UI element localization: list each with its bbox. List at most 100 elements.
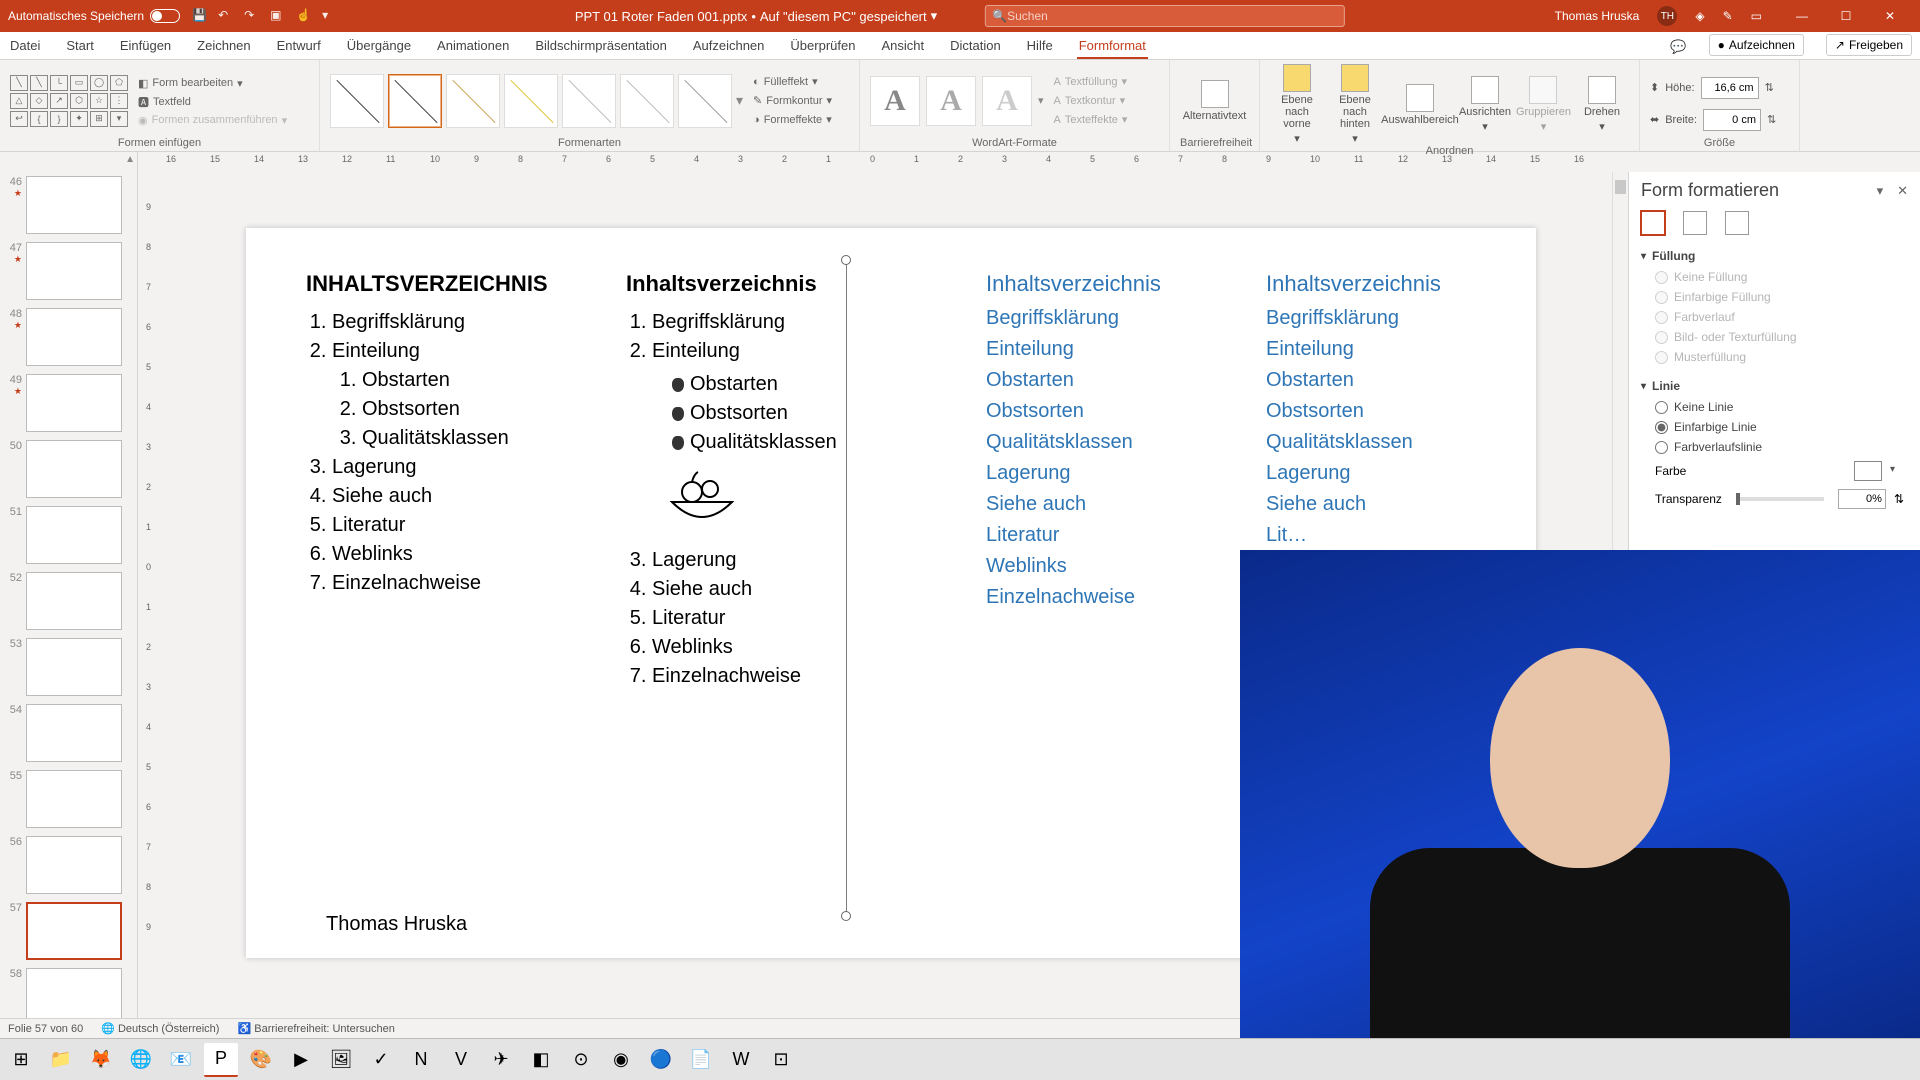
line-color-picker[interactable] [1854, 461, 1882, 481]
shape-handle-bottom[interactable] [841, 911, 851, 921]
transparency-input[interactable] [1838, 489, 1886, 509]
toc-column-3[interactable]: Inhaltsverzeichnis Begriffsklärung Einte… [986, 268, 1226, 691]
maximize-button[interactable]: ☐ [1824, 0, 1868, 32]
tab-animationen[interactable]: Animationen [435, 34, 511, 59]
language-indicator[interactable]: 🌐 Deutsch (Österreich) [101, 1022, 219, 1035]
effects-tab-icon[interactable] [1683, 211, 1707, 235]
firefox-icon[interactable]: 🦊 [84, 1043, 118, 1077]
tab-formformat[interactable]: Formformat [1077, 34, 1148, 59]
fill-section-header[interactable]: Füllung [1641, 245, 1908, 267]
tab-ueberpruefen[interactable]: Überprüfen [788, 34, 857, 59]
outlook-icon[interactable]: 📧 [164, 1043, 198, 1077]
slide-thumbnails[interactable]: 46★47★48★49★50515253545556575859 [0, 172, 138, 1018]
thumbnail-slide[interactable]: 47★ [4, 242, 133, 300]
panel-options-icon[interactable]: ▾ [1877, 183, 1884, 199]
record-button[interactable]: ● Aufzeichnen [1709, 34, 1804, 56]
minimize-button[interactable]: — [1780, 0, 1824, 32]
thumbnail-slide[interactable]: 55 [4, 770, 133, 828]
word-icon[interactable]: W [724, 1043, 758, 1077]
thumbnail-slide[interactable]: 52 [4, 572, 133, 630]
tab-ansicht[interactable]: Ansicht [879, 34, 926, 59]
vertical-ruler[interactable]: 9876543210123456789 [138, 172, 166, 1018]
height-field[interactable]: ⬍Höhe: ⇅ [1650, 77, 1776, 99]
align-button[interactable]: Ausrichten▾ [1458, 76, 1512, 133]
tab-start[interactable]: Start [64, 34, 95, 59]
tab-uebergaenge[interactable]: Übergänge [345, 34, 413, 59]
chrome-icon[interactable]: 🌐 [124, 1043, 158, 1077]
tab-hilfe[interactable]: Hilfe [1025, 34, 1055, 59]
user-avatar[interactable]: TH [1657, 6, 1677, 26]
fill-effect-button[interactable]: ◐ Fülleffekt ▾ [753, 75, 832, 88]
textfield-button[interactable]: 🅰 Textfeld [138, 94, 287, 110]
autosave-toggle[interactable]: Automatisches Speichern [8, 9, 180, 23]
share-button[interactable]: ↗ Freigeben [1826, 34, 1912, 56]
redo-icon[interactable]: ↷ [244, 8, 260, 24]
tab-dictation[interactable]: Dictation [948, 34, 1003, 59]
tab-zeichnen[interactable]: Zeichnen [195, 34, 252, 59]
line-gradient-radio[interactable]: Farbverlaufslinie [1641, 437, 1908, 457]
save-icon[interactable]: 💾 [192, 8, 208, 24]
panel-close-icon[interactable]: ✕ [1897, 183, 1908, 199]
fill-line-tab-icon[interactable] [1641, 211, 1665, 235]
thumbnail-slide[interactable]: 50 [4, 440, 133, 498]
spinner-icon[interactable]: ⇅ [1767, 113, 1776, 126]
shape-handle-top[interactable] [841, 255, 851, 265]
transparency-slider[interactable] [1736, 497, 1824, 501]
vlc-icon[interactable]: ▶ [284, 1043, 318, 1077]
toc-column-2[interactable]: Inhaltsverzeichnis Begriffsklärung Einte… [626, 268, 886, 691]
shapes-gallery[interactable]: ╲╲└▭◯⬠ △◇↗⬡☆⋮ ↩{}✦⊞▾ [10, 75, 128, 127]
app-icon[interactable]: 🎨 [244, 1043, 278, 1077]
touch-icon[interactable]: ☝ [296, 8, 312, 24]
search-input[interactable] [1007, 9, 1338, 23]
toc-column-1[interactable]: INHALTSVERZEICHNIS Begriffsklärung Einte… [306, 268, 586, 691]
gallery-more-icon[interactable]: ▾ [736, 92, 743, 109]
horizontal-ruler[interactable]: 1615141312111098765432101234567891011121… [166, 152, 1626, 172]
visio-icon[interactable]: V [444, 1043, 478, 1077]
chevron-down-icon[interactable]: ▾ [931, 8, 938, 24]
thumbnail-slide[interactable]: 46★ [4, 176, 133, 234]
edit-shape-button[interactable]: ◧ Form bearbeiten ▾ [138, 77, 287, 90]
alt-text-button[interactable]: Alternativtext [1181, 80, 1249, 122]
diamond-icon[interactable]: ◈ [1695, 9, 1704, 23]
shape-outline-button[interactable]: ✎ Formkontur ▾ [753, 94, 832, 107]
scroll-up-icon[interactable]: ▲ [123, 152, 137, 167]
photos-icon[interactable]: 🖼 [324, 1043, 358, 1077]
height-input[interactable] [1701, 77, 1759, 99]
app-icon[interactable]: 🔵 [644, 1043, 678, 1077]
spinner-icon[interactable]: ⇅ [1894, 492, 1904, 506]
rotate-button[interactable]: Drehen▾ [1575, 76, 1629, 133]
tab-bildschirm[interactable]: Bildschirmpräsentation [533, 34, 669, 59]
qat-more-icon[interactable]: ▾ [322, 8, 338, 24]
line-solid-radio[interactable]: Einfarbige Linie [1641, 417, 1908, 437]
close-button[interactable]: ✕ [1868, 0, 1912, 32]
thumbnail-slide[interactable]: 58 [4, 968, 133, 1018]
send-backward-button[interactable]: Ebene nach hinten▾ [1328, 64, 1382, 145]
gallery-more-icon[interactable]: ▾ [1038, 94, 1044, 107]
wordart-gallery[interactable]: A A A ▾ [870, 76, 1044, 126]
explorer-icon[interactable]: 📁 [44, 1043, 78, 1077]
accessibility-check[interactable]: ♿ Barrierefreiheit: Untersuchen [237, 1022, 394, 1035]
present-icon[interactable]: ▣ [270, 8, 286, 24]
document-title[interactable]: PPT 01 Roter Faden 001.pptx • Auf "diese… [575, 8, 937, 24]
app-icon[interactable]: ⊡ [764, 1043, 798, 1077]
start-button[interactable]: ⊞ [4, 1043, 38, 1077]
thumbnail-slide[interactable]: 56 [4, 836, 133, 894]
selection-pane-button[interactable]: Auswahlbereich [1386, 84, 1454, 126]
obs-icon[interactable]: ⊙ [564, 1043, 598, 1077]
shape-effects-button[interactable]: ◑ Formeffekte ▾ [753, 113, 832, 126]
vertical-line-shape[interactable] [846, 260, 847, 916]
telegram-icon[interactable]: ✈ [484, 1043, 518, 1077]
size-tab-icon[interactable] [1725, 211, 1749, 235]
window-mode-icon[interactable]: ▭ [1751, 9, 1762, 23]
thumbnail-slide[interactable]: 53 [4, 638, 133, 696]
pen-icon[interactable]: ✎ [1723, 9, 1733, 23]
tab-entwurf[interactable]: Entwurf [275, 34, 323, 59]
thumbnail-slide[interactable]: 48★ [4, 308, 133, 366]
width-field[interactable]: ⬌Breite: ⇅ [1650, 109, 1776, 131]
merge-shapes-button[interactable]: ◉ Formen zusammenführen ▾ [138, 114, 287, 127]
bring-forward-button[interactable]: Ebene nach vorne▾ [1270, 64, 1324, 145]
thumbnail-slide[interactable]: 54 [4, 704, 133, 762]
comments-icon[interactable]: 💬 [1670, 39, 1686, 55]
app-icon[interactable]: 📄 [684, 1043, 718, 1077]
spinner-icon[interactable]: ⇅ [1765, 81, 1774, 94]
